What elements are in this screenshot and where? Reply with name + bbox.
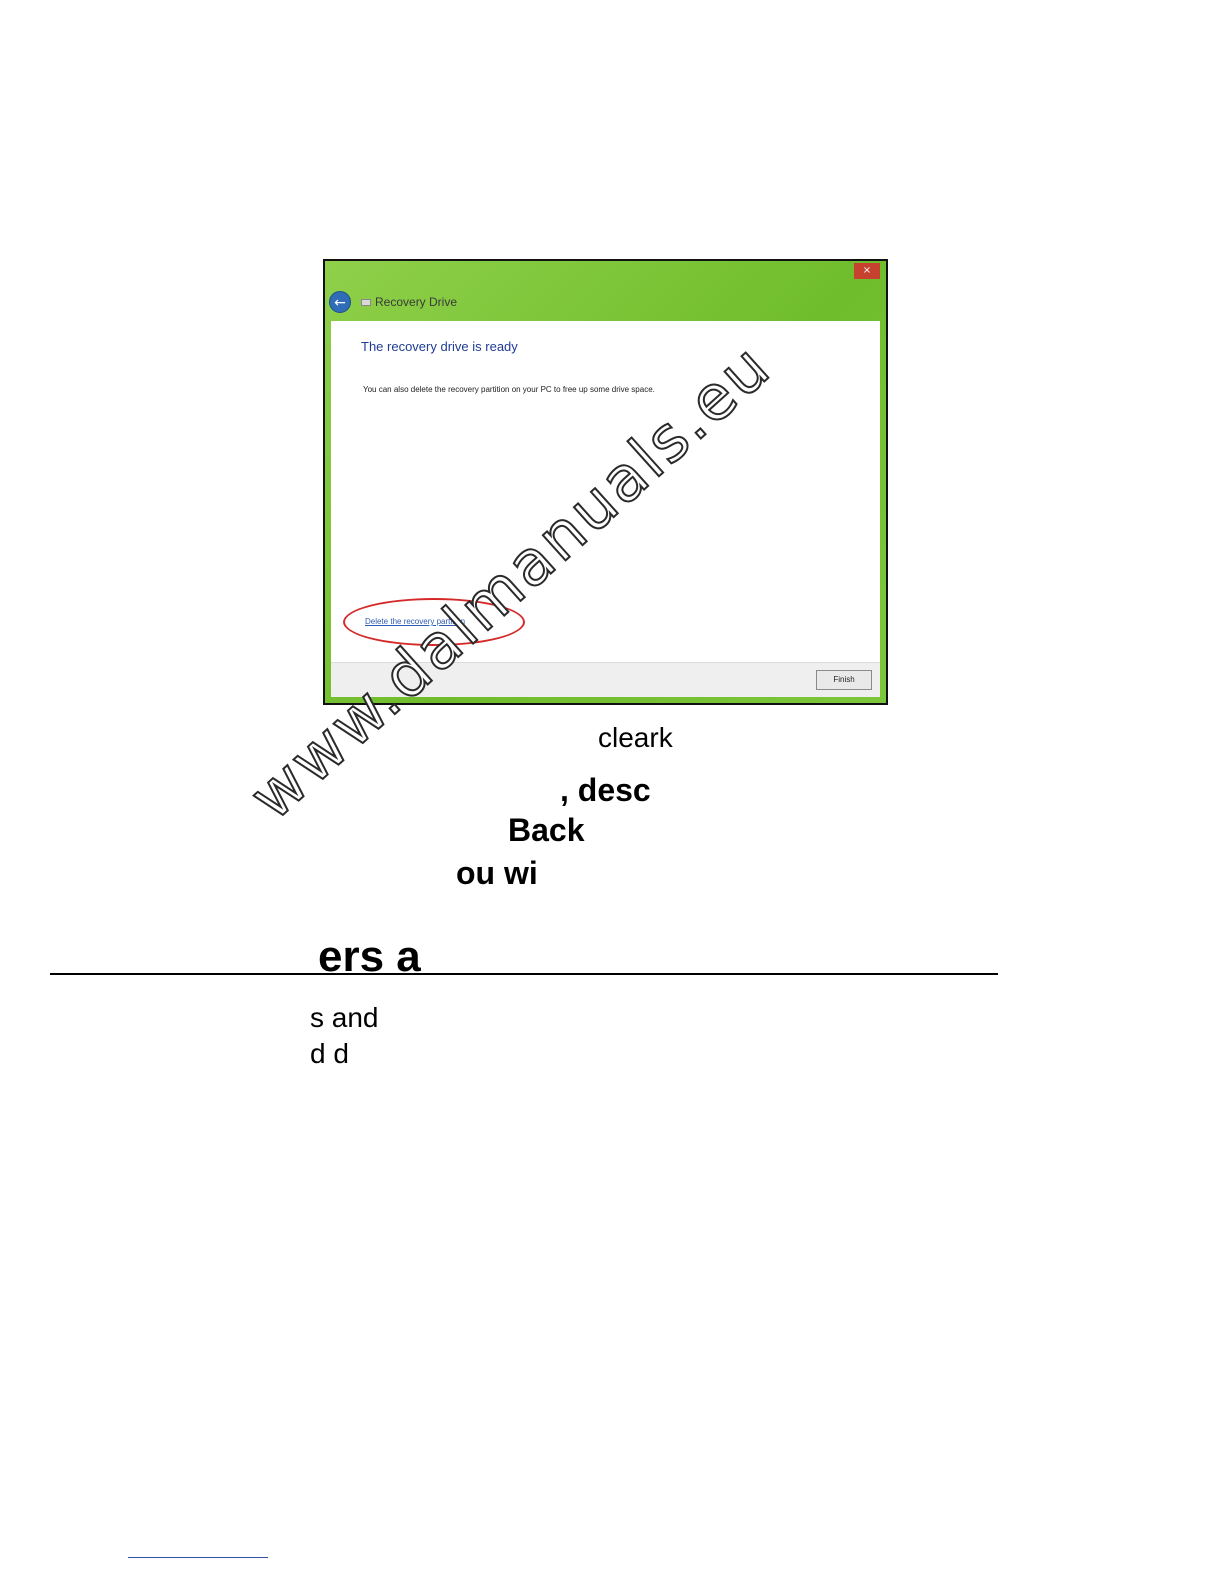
footer-link-underline[interactable] — [128, 1557, 268, 1558]
text-fragment-2: , desc — [560, 772, 651, 808]
window-titlebar: ← Recovery Drive — [329, 289, 457, 315]
drive-icon — [361, 298, 371, 306]
text-fragment-7: d d — [310, 1038, 349, 1069]
text-fragment-6: s and — [310, 1002, 379, 1033]
close-button[interactable]: × — [854, 263, 880, 279]
section-rule — [50, 973, 998, 975]
back-arrow-icon[interactable]: ← — [329, 291, 351, 313]
text-fragment-1: cleark — [598, 722, 673, 753]
ready-heading: The recovery drive is ready — [361, 339, 518, 354]
ready-description: You can also delete the recovery partiti… — [363, 385, 655, 394]
finish-button[interactable]: Finish — [816, 670, 872, 690]
window-title: Recovery Drive — [375, 295, 458, 309]
text-fragment-4: ou wi — [456, 855, 538, 891]
text-fragment-3: Back — [508, 812, 585, 848]
